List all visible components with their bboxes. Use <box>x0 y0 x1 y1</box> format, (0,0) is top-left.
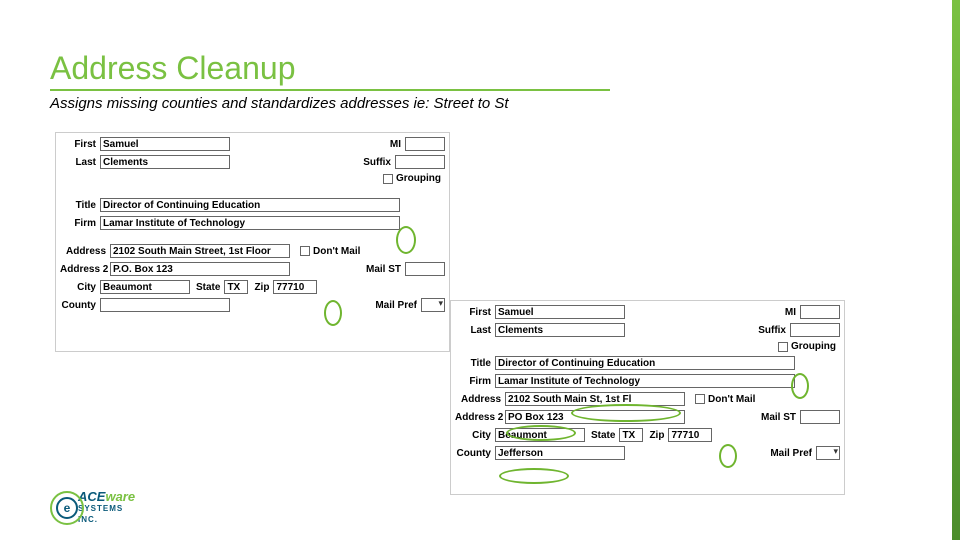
mail-st-field[interactable] <box>405 262 445 276</box>
form-after: First Samuel MI Last Clements Suffix Gro… <box>450 300 845 495</box>
dont-mail-checkbox[interactable] <box>695 394 705 404</box>
label-dont-mail: Don't Mail <box>313 246 364 257</box>
label-address: Address <box>455 394 505 405</box>
highlight-oval <box>499 468 569 484</box>
label-city: City <box>455 430 495 441</box>
form-before: First Samuel MI Last Clements Suffix Gro… <box>55 132 450 352</box>
county-field[interactable] <box>100 298 230 312</box>
label-zip: Zip <box>248 282 273 293</box>
title-underline <box>50 89 610 91</box>
city-field[interactable]: Beaumont <box>100 280 190 294</box>
label-mail-st: Mail ST <box>761 412 800 423</box>
label-mi: MI <box>390 139 405 150</box>
label-last: Last <box>60 157 100 168</box>
zip-field[interactable]: 77710 <box>273 280 317 294</box>
label-firm: Firm <box>455 376 495 387</box>
state-field[interactable]: TX <box>224 280 248 294</box>
last-field[interactable]: Clements <box>100 155 230 169</box>
address2-field[interactable]: PO Box 123 <box>505 410 685 424</box>
address2-field[interactable]: P.O. Box 123 <box>110 262 290 276</box>
title-field[interactable]: Director of Continuing Education <box>495 356 795 370</box>
address-field[interactable]: 2102 South Main Street, 1st Floor <box>110 244 290 258</box>
first-field[interactable]: Samuel <box>495 305 625 319</box>
state-field[interactable]: TX <box>619 428 643 442</box>
label-state: State <box>190 282 224 293</box>
logo-ware: ware <box>105 489 135 504</box>
firm-field[interactable]: Lamar Institute of Technology <box>100 216 400 230</box>
label-first: First <box>60 139 100 150</box>
logo-badge-letter: e <box>56 497 78 519</box>
label-firm: Firm <box>60 218 100 229</box>
suffix-field[interactable] <box>395 155 445 169</box>
label-county: County <box>455 448 495 459</box>
last-field[interactable]: Clements <box>495 323 625 337</box>
logo-systems: SYSTEMS <box>78 504 123 513</box>
slide: Address Cleanup Assigns missing counties… <box>0 0 960 540</box>
mail-pref-combo[interactable] <box>816 446 840 460</box>
page-title: Address Cleanup <box>50 50 910 87</box>
address-field[interactable]: 2102 South Main St, 1st Fl <box>505 392 685 406</box>
label-address2: Address 2 <box>455 412 505 423</box>
grouping-checkbox[interactable] <box>383 174 393 184</box>
dont-mail-checkbox[interactable] <box>300 246 310 256</box>
first-field[interactable]: Samuel <box>100 137 230 151</box>
label-mi: MI <box>785 307 800 318</box>
grouping-checkbox[interactable] <box>778 342 788 352</box>
zip-field[interactable]: 77710 <box>668 428 712 442</box>
label-mail-st: Mail ST <box>366 264 405 275</box>
page-subtitle: Assigns missing counties and standardize… <box>50 95 910 112</box>
logo: e ACEware SYSTEMS INC. <box>50 491 135 525</box>
label-suffix: Suffix <box>758 325 790 336</box>
label-grouping: Grouping <box>791 341 840 352</box>
label-address: Address <box>60 246 110 257</box>
label-grouping: Grouping <box>396 173 445 184</box>
label-title: Title <box>60 200 100 211</box>
label-mail-pref: Mail Pref <box>375 300 421 311</box>
label-suffix: Suffix <box>363 157 395 168</box>
mi-field[interactable] <box>405 137 445 151</box>
label-dont-mail: Don't Mail <box>708 394 759 405</box>
label-first: First <box>455 307 495 318</box>
mail-pref-combo[interactable] <box>421 298 445 312</box>
label-zip: Zip <box>643 430 668 441</box>
county-field[interactable]: Jefferson <box>495 446 625 460</box>
firm-field[interactable]: Lamar Institute of Technology <box>495 374 795 388</box>
mail-st-field[interactable] <box>800 410 840 424</box>
label-mail-pref: Mail Pref <box>770 448 816 459</box>
logo-badge-icon: e <box>50 491 84 525</box>
title-field[interactable]: Director of Continuing Education <box>100 198 400 212</box>
suffix-field[interactable] <box>790 323 840 337</box>
city-field[interactable]: Beaumont <box>495 428 585 442</box>
label-last: Last <box>455 325 495 336</box>
label-address2: Address 2 <box>60 264 110 275</box>
label-county: County <box>60 300 100 311</box>
logo-text: ACEware SYSTEMS INC. <box>78 492 135 525</box>
label-title: Title <box>455 358 495 369</box>
mi-field[interactable] <box>800 305 840 319</box>
label-state: State <box>585 430 619 441</box>
label-city: City <box>60 282 100 293</box>
